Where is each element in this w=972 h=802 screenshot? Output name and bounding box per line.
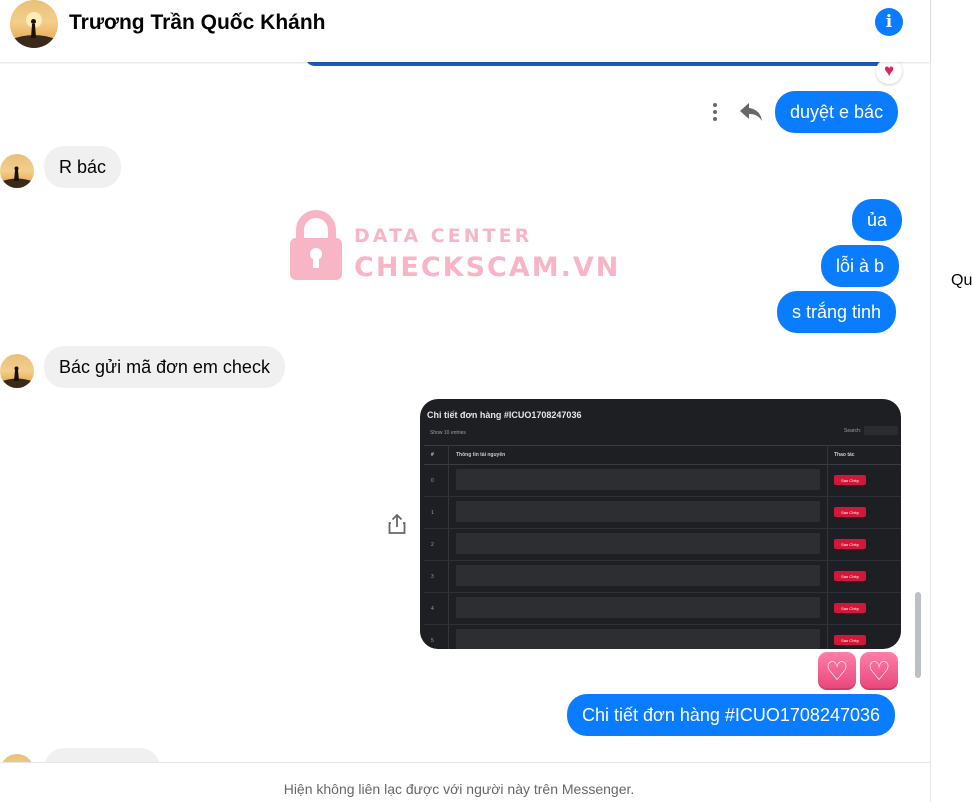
share-icon[interactable] xyxy=(386,513,408,535)
copy-button: Sao Chép xyxy=(834,571,866,581)
more-options-icon[interactable] xyxy=(705,101,725,123)
media-search-label: Search: xyxy=(844,428,862,434)
table-row: 0 Sao Chép xyxy=(424,465,901,497)
table-row: 2 Sao Chép xyxy=(424,529,901,561)
media-col-info: Thông tin tài nguyên xyxy=(456,452,506,458)
row-index: 3 xyxy=(431,574,434,580)
contact-avatar[interactable] xyxy=(10,0,58,48)
media-table-header: # Thông tin tài nguyên Thao tác xyxy=(424,445,901,465)
media-title: Chi tiết đơn hàng #ICUO1708247036 xyxy=(427,410,582,420)
row-field xyxy=(456,597,820,618)
chat-header: Trương Trần Quốc Khánh i xyxy=(0,0,930,62)
chat-window: Trương Trần Quốc Khánh i ♥ duyệt e bác R… xyxy=(0,0,930,802)
table-row: 5 Sao Chép xyxy=(424,625,901,649)
message-bubble[interactable]: duyệt e bác xyxy=(775,91,899,133)
contact-name[interactable]: Trương Trần Quốc Khánh xyxy=(69,11,325,35)
media-table: # Thông tin tài nguyên Thao tác 0 Sao Ch… xyxy=(424,445,901,649)
right-panel: Qu xyxy=(930,0,972,802)
media-col-action: Thao tác xyxy=(834,452,855,458)
row-index: 0 xyxy=(431,478,434,484)
contact-avatar-small[interactable] xyxy=(0,354,34,388)
message-bubble[interactable]: lỗi à b xyxy=(821,245,900,287)
footer: Hiện không liên lạc được với người này t… xyxy=(0,762,930,802)
message-bubble[interactable]: Chi tiết đơn hàng #ICUO1708247036 xyxy=(567,694,896,736)
table-row: 1 Sao Chép xyxy=(424,497,901,529)
message-bubble[interactable]: ủa xyxy=(852,199,903,241)
message-bubble[interactable]: Bác gửi mã đơn em check xyxy=(44,346,285,388)
image-attachment[interactable]: Chi tiết đơn hàng #ICUO1708247036 Show 1… xyxy=(420,399,901,649)
table-row: 4 Sao Chép xyxy=(424,593,901,625)
scrollbar[interactable] xyxy=(915,592,921,678)
contact-avatar-small[interactable] xyxy=(0,154,34,188)
heart-reaction-icon[interactable]: ♥ xyxy=(876,62,902,84)
watermark-line1: DATA CENTER xyxy=(354,225,533,247)
row-field xyxy=(456,501,820,522)
right-panel-text: Qu xyxy=(951,272,972,289)
unavailable-notice: Hiện không liên lạc được với người này t… xyxy=(283,781,635,797)
watermark-line2: CHECKSCAM.VN xyxy=(354,252,621,283)
copy-button: Sao Chép xyxy=(834,603,866,613)
message-bubble-partial[interactable] xyxy=(44,748,160,762)
message-bubble[interactable]: R bác xyxy=(44,146,122,188)
copy-button: Sao Chép xyxy=(834,475,866,485)
watermark: DATA CENTER CHECKSCAM.VN xyxy=(288,210,618,290)
media-show-entries: Show 10 entries xyxy=(430,430,466,436)
heart-emoji-icon[interactable]: ♡ xyxy=(860,652,898,690)
contact-avatar-small[interactable] xyxy=(0,754,34,762)
info-icon[interactable]: i xyxy=(875,8,903,36)
media-col-number: # xyxy=(431,452,434,458)
table-row: 3 Sao Chép xyxy=(424,561,901,593)
heart-emoji-icon[interactable]: ♡ xyxy=(818,652,856,690)
row-index: 2 xyxy=(431,542,434,548)
row-field xyxy=(456,469,820,490)
previous-media-edge xyxy=(305,62,901,66)
row-index: 5 xyxy=(431,638,434,644)
reply-icon[interactable] xyxy=(737,100,765,124)
row-index: 4 xyxy=(431,606,434,612)
row-index: 1 xyxy=(431,510,434,516)
row-field xyxy=(456,565,820,586)
row-field xyxy=(456,533,820,554)
message-list[interactable]: ♥ duyệt e bác R bác DATA CENTER CHECKSCA… xyxy=(0,62,930,762)
row-field xyxy=(456,629,820,649)
message-bubble[interactable]: s trắng tinh xyxy=(777,291,897,333)
copy-button: Sao Chép xyxy=(834,635,866,645)
heart-reactions[interactable]: ♡ ♡ xyxy=(818,652,898,690)
media-search-box xyxy=(864,426,898,435)
copy-button: Sao Chép xyxy=(834,539,866,549)
copy-button: Sao Chép xyxy=(834,507,866,517)
